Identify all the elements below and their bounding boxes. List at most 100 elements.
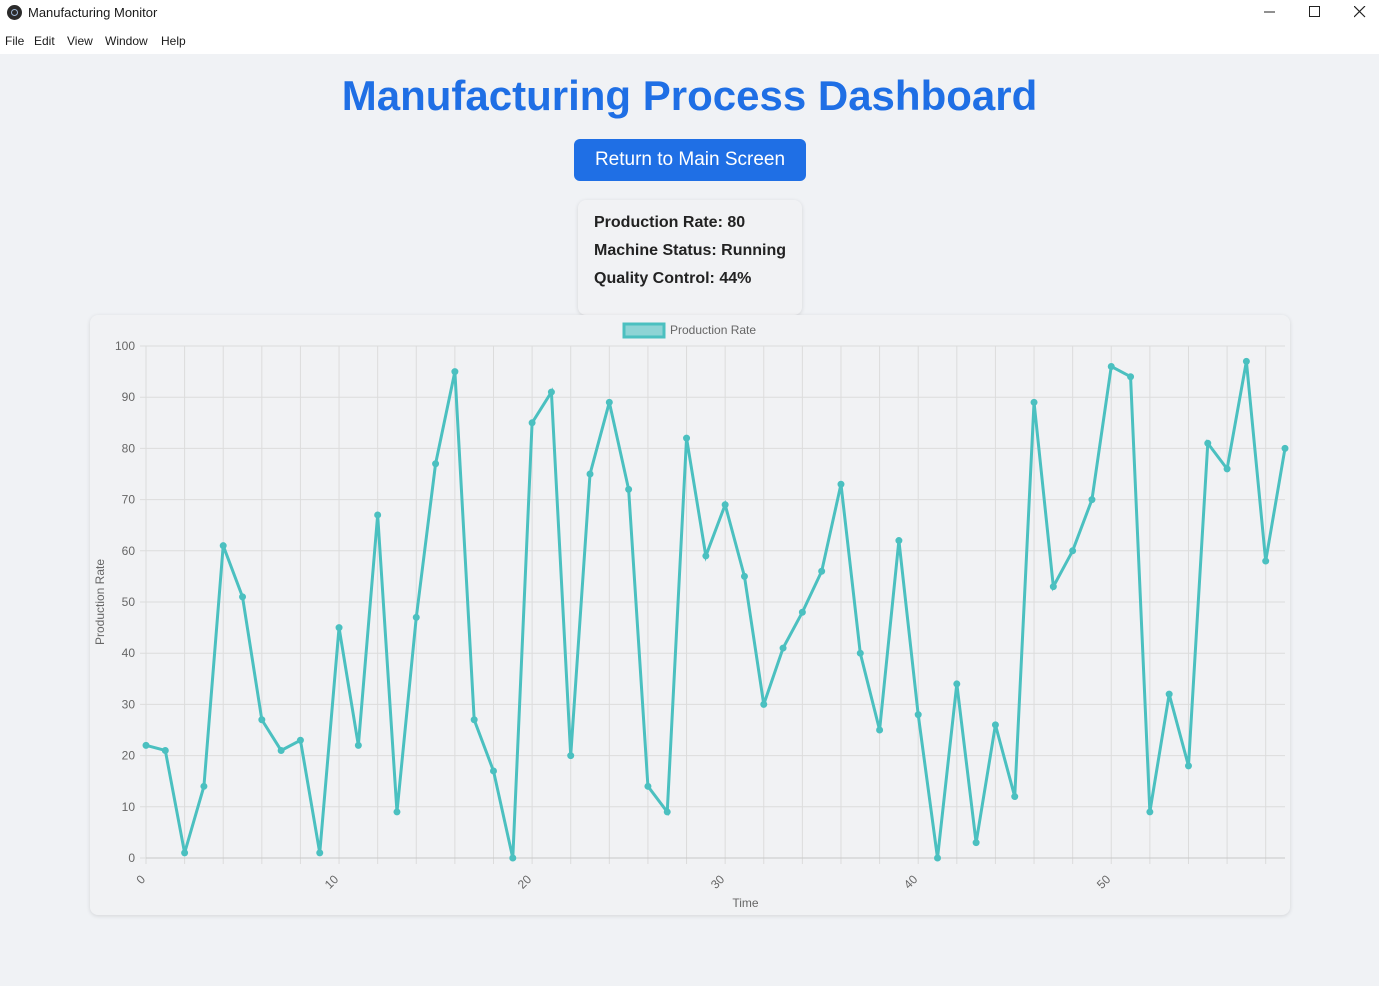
data-point xyxy=(1184,762,1192,770)
data-point xyxy=(1165,690,1173,698)
page-title: Manufacturing Process Dashboard xyxy=(341,72,1038,119)
data-point xyxy=(644,782,652,790)
return-to-main-button[interactable]: Return to Main Screen xyxy=(574,139,806,181)
x-axis-title: Time xyxy=(732,896,759,910)
data-point xyxy=(953,680,961,688)
data-point xyxy=(393,808,401,816)
legend-label: Production Rate xyxy=(670,323,756,337)
data-point xyxy=(1281,444,1289,452)
x-tick-label: 10 xyxy=(322,872,342,892)
window-title: Manufacturing Monitor xyxy=(28,5,158,20)
data-point xyxy=(1127,373,1135,381)
data-point xyxy=(374,511,382,519)
menu-window[interactable]: Window xyxy=(105,34,148,48)
data-point xyxy=(1146,808,1154,816)
y-tick-label: 100 xyxy=(115,339,135,353)
data-point xyxy=(219,542,227,550)
data-point xyxy=(818,567,826,575)
data-point xyxy=(567,752,575,760)
data-point xyxy=(239,593,247,601)
data-point xyxy=(489,767,497,775)
data-point xyxy=(895,537,903,545)
data-point xyxy=(876,726,884,734)
data-point xyxy=(547,388,555,396)
menu-help[interactable]: Help xyxy=(161,34,186,48)
data-point xyxy=(856,649,864,657)
data-point xyxy=(1262,557,1270,565)
y-tick-label: 40 xyxy=(122,646,136,660)
title-bar: Manufacturing Monitor xyxy=(0,0,1379,26)
data-point xyxy=(258,716,266,724)
menu-edit[interactable]: Edit xyxy=(34,34,55,48)
production-rate-stat: Production Rate: 80 xyxy=(594,214,746,231)
data-point xyxy=(509,854,517,862)
y-tick-label: 0 xyxy=(128,851,135,865)
data-point xyxy=(934,854,942,862)
close-icon xyxy=(1354,6,1366,18)
minimize-icon xyxy=(1264,11,1275,13)
y-axis-title: Production Rate xyxy=(93,559,107,645)
data-point xyxy=(412,613,420,621)
data-point xyxy=(335,624,343,632)
data-point xyxy=(277,746,285,754)
production-rate-chart: 0 10 20 30 40 50 60 70 80 90 100 0 10 20 30 40 50 Time Pro… xyxy=(93,322,1289,910)
data-point xyxy=(354,741,362,749)
series-line-production-rate xyxy=(145,361,1287,859)
y-tick-label: 70 xyxy=(122,493,136,507)
data-point xyxy=(760,700,768,708)
y-tick-label: 50 xyxy=(122,595,136,609)
close-button[interactable] xyxy=(1337,0,1379,26)
data-point xyxy=(528,419,536,427)
x-tick-label: 0 xyxy=(133,872,148,887)
x-tick-label: 30 xyxy=(708,872,728,892)
data-point xyxy=(605,398,613,406)
data-point xyxy=(1049,583,1057,591)
data-point xyxy=(1069,547,1077,555)
stats-panel: Production Rate: 80 Machine Status: Runn… xyxy=(578,200,802,315)
data-point xyxy=(798,608,806,616)
maximize-icon xyxy=(1309,6,1320,17)
data-point xyxy=(1242,357,1250,365)
data-point xyxy=(181,849,189,857)
data-point xyxy=(740,572,748,580)
production-chart-card: 0 10 20 30 40 50 60 70 80 90 100 0 10 20 30 40 50 Time Pro… xyxy=(90,315,1290,915)
data-point xyxy=(1011,793,1019,801)
data-point xyxy=(663,808,671,816)
data-point xyxy=(586,470,594,478)
menu-file[interactable]: File xyxy=(5,34,24,48)
data-point xyxy=(914,711,922,719)
data-point xyxy=(1204,439,1212,447)
data-point xyxy=(702,552,710,560)
data-point xyxy=(142,741,150,749)
machine-status-stat: Machine Status: Running xyxy=(594,242,786,259)
data-point xyxy=(683,434,691,442)
x-tick-label: 50 xyxy=(1094,872,1114,892)
menu-view[interactable]: View xyxy=(67,34,93,48)
menu-bar: File Edit View Window Help xyxy=(0,26,1379,54)
data-point xyxy=(779,644,787,652)
data-point xyxy=(432,460,440,468)
data-point xyxy=(625,485,633,493)
data-point xyxy=(1088,496,1096,504)
data-point xyxy=(972,839,980,847)
legend-swatch xyxy=(622,322,666,339)
data-point xyxy=(1107,362,1115,370)
y-tick-label: 30 xyxy=(122,697,136,711)
data-point xyxy=(451,368,459,376)
data-point xyxy=(316,849,324,857)
x-tick-label: 40 xyxy=(901,872,921,892)
data-point xyxy=(161,746,169,754)
minimize-button[interactable] xyxy=(1247,0,1293,26)
y-tick-label: 90 xyxy=(122,390,136,404)
app-icon xyxy=(7,5,22,20)
data-point xyxy=(470,716,478,724)
y-tick-label: 80 xyxy=(122,441,136,455)
y-tick-label: 20 xyxy=(122,749,136,763)
data-point xyxy=(296,736,304,744)
data-point xyxy=(1030,398,1038,406)
data-point xyxy=(721,501,729,509)
maximize-button[interactable] xyxy=(1292,0,1338,26)
data-point xyxy=(1223,465,1231,473)
quality-control-stat: Quality Control: 44% xyxy=(594,270,752,287)
data-point xyxy=(200,782,208,790)
